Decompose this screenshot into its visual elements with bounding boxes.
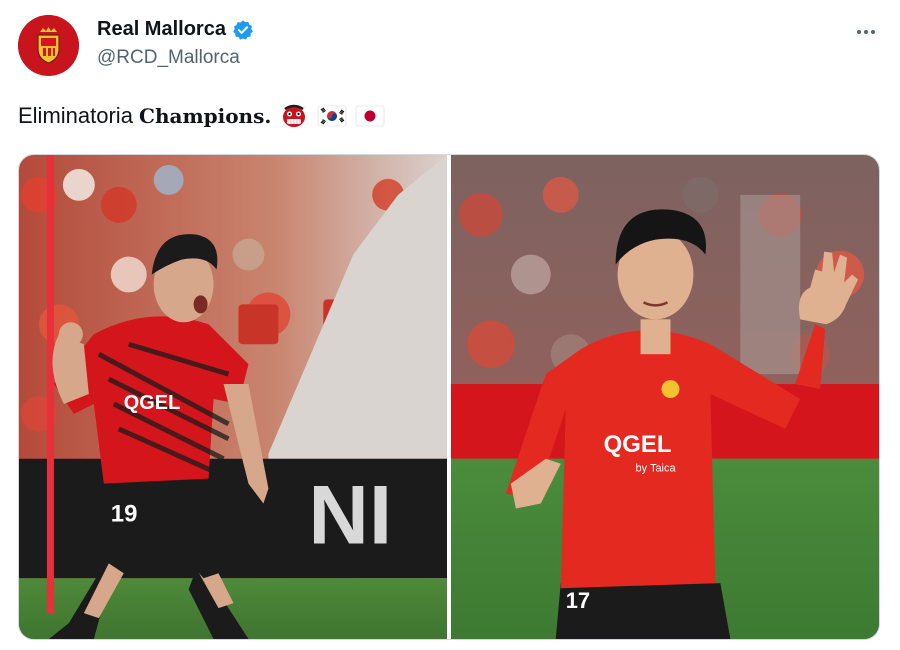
photo-left[interactable]: NI 19 QGEL [19, 155, 447, 639]
svg-text:17: 17 [566, 588, 590, 613]
ad-board-text: NI [308, 467, 392, 561]
player-running-image: 17 QGEL by Taica [451, 155, 879, 639]
dot-icon [857, 30, 861, 34]
display-name[interactable]: Real Mallorca [97, 18, 226, 41]
japan-flag-icon [356, 105, 385, 127]
photo-right[interactable]: 17 QGEL by Taica [451, 155, 879, 639]
dot-icon [871, 30, 875, 34]
handle[interactable]: @RCD_Mallorca [97, 47, 254, 69]
dot-icon [864, 30, 868, 34]
svg-text:19: 19 [111, 501, 138, 528]
avatar[interactable] [18, 15, 79, 76]
tweet-text: Eliminatoria Champions. [18, 103, 385, 129]
svg-text:QGEL: QGEL [604, 431, 672, 458]
tweet-author: Real Mallorca @RCD_Mallorca [97, 18, 254, 69]
tweet-text-bold: Champions. [139, 104, 272, 128]
real-mallorca-crest-icon [18, 15, 79, 76]
svg-text:by Taica: by Taica [636, 463, 677, 475]
south-korea-flag-icon [318, 105, 347, 127]
verified-badge-icon [233, 19, 253, 39]
tweet-card: Real Mallorca @RCD_Mallorca Eliminatoria… [0, 0, 900, 650]
player-celebration-image: NI 19 QGEL [19, 155, 447, 639]
tweet-text-plain: Eliminatoria [18, 103, 140, 128]
svg-text:QGEL: QGEL [124, 392, 181, 414]
more-options-button[interactable] [852, 22, 880, 42]
ogre-emoji-icon [281, 104, 307, 127]
tweet-media: NI 19 QGEL 17 QGEL by Taica [18, 154, 880, 640]
